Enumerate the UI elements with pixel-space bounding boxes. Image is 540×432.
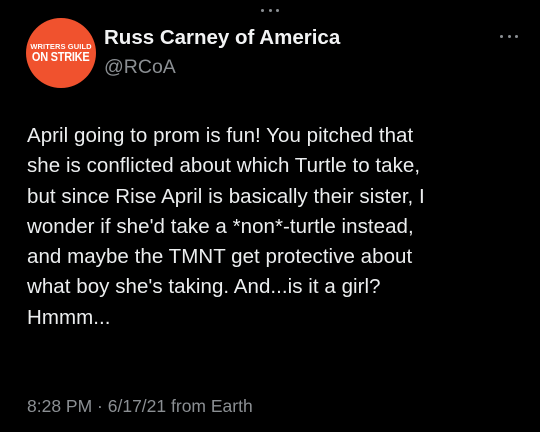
more-options-icon[interactable] bbox=[500, 33, 518, 39]
avatar-line2: ON STRIKE bbox=[32, 50, 90, 64]
user-handle[interactable]: @RCoA bbox=[104, 56, 176, 79]
display-name[interactable]: Russ Carney of America bbox=[104, 26, 340, 50]
ellipsis-icon bbox=[261, 6, 279, 14]
avatar[interactable]: WRITERS GUILD ON STRIKE bbox=[26, 18, 96, 88]
meta-separator: · bbox=[92, 396, 108, 416]
tweet-meta: 8:28 PM · 6/17/21 from Earth bbox=[27, 396, 253, 417]
tweet-source: from Earth bbox=[166, 396, 253, 416]
tweet-date: 6/17/21 bbox=[107, 396, 167, 416]
tweet-text: April going to prom is fun! You pitched … bbox=[27, 124, 425, 329]
tweet-time: 8:28 PM bbox=[27, 396, 93, 416]
